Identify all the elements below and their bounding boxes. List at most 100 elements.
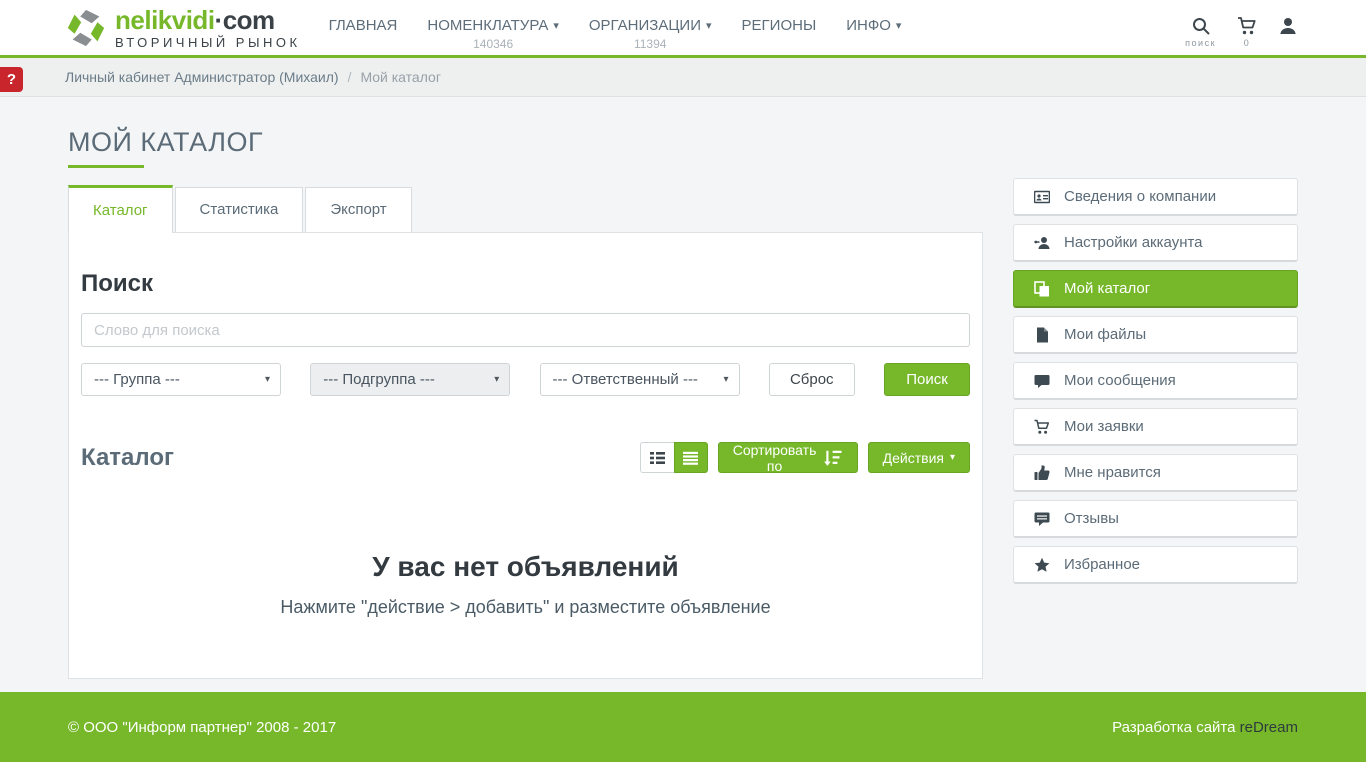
sidebar-item-label: Мои файлы — [1064, 326, 1147, 343]
nav-label: НОМЕНКЛАТУРА — [427, 17, 549, 34]
sidebar-item-my-messages[interactable]: Мои сообщения — [1013, 362, 1298, 400]
breadcrumb-separator: / — [347, 69, 352, 85]
caret-down-icon: ▾ — [264, 374, 270, 385]
search-label: поиск — [1185, 38, 1216, 48]
nav-count: 11394 — [633, 37, 667, 51]
empty-state-title: У вас нет объявлений — [372, 551, 679, 582]
tab-catalog[interactable]: Каталог — [68, 185, 173, 233]
logo-text: nelikvidi·com ВТОРИЧНЫЙ РЫНОК — [115, 7, 301, 49]
nav-item-regions[interactable]: РЕГИОНЫ — [742, 17, 817, 51]
cart-icon — [1034, 419, 1050, 434]
filter-row: --- Группа --- ▾ --- Подгруппа --- ▾ ---… — [81, 363, 970, 396]
footer: © ООО "Информ партнер" 2008 - 2017 Разра… — [0, 692, 1366, 762]
nav-label: ГЛАВНАЯ — [328, 17, 398, 34]
sidebar-item-company-info[interactable]: Сведения о компании — [1013, 178, 1298, 216]
group-select[interactable]: --- Группа --- ▾ — [81, 363, 281, 396]
file-icon — [1037, 327, 1048, 342]
caret-down-icon: ▾ — [723, 374, 729, 385]
catalog-panel: Поиск --- Группа --- ▾ --- Подгруппа ---… — [68, 232, 983, 679]
help-button[interactable]: ? — [0, 67, 23, 92]
view-toggle — [639, 442, 708, 473]
nav-item-organizations[interactable]: ОРГАНИЗАЦИИ ▾ 11394 — [589, 17, 712, 51]
caret-down-icon: ▾ — [949, 452, 955, 463]
sidebar-item-label: Настройки аккаунта — [1064, 234, 1203, 251]
header-cart-button[interactable]: 0 — [1237, 16, 1257, 48]
subgroup-select[interactable]: --- Подгруппа --- ▾ — [310, 363, 511, 396]
sidebar-item-label: Избранное — [1064, 556, 1141, 573]
catalog-controls: Сортировать по Действия ▾ — [639, 441, 970, 474]
sidebar-item-my-files[interactable]: Мои файлы — [1013, 316, 1298, 354]
account-sidebar: Сведения о компании Настройки аккаунта М… — [1013, 178, 1298, 584]
logo-dot: · — [214, 5, 224, 35]
header: nelikvidi·com ВТОРИЧНЫЙ РЫНОК ГЛАВНАЯ НО… — [0, 0, 1366, 58]
footer-copyright: © ООО "Информ партнер" 2008 - 2017 — [68, 718, 337, 736]
tabs: Каталог Статистика Экспорт — [68, 185, 983, 233]
sidebar-item-likes[interactable]: Мне нравится — [1013, 454, 1298, 492]
breadcrumb-current: Мой каталог — [360, 69, 441, 85]
reset-button[interactable]: Сброс — [768, 363, 855, 396]
content-column: МОЙ КАТАЛОГ Каталог Статистика Экспорт П… — [68, 97, 983, 679]
sidebar-item-label: Сведения о компании — [1064, 188, 1217, 205]
cart-count: 0 — [1243, 38, 1251, 48]
caret-down-icon: ▾ — [553, 20, 559, 32]
sidebar-item-my-catalog[interactable]: Мой каталог — [1013, 270, 1298, 308]
footer-dev-name[interactable]: reDream — [1240, 719, 1298, 736]
actions-button-label: Действия — [882, 449, 944, 466]
sidebar-item-my-requests[interactable]: Мои заявки — [1013, 408, 1298, 446]
sidebar-item-label: Мне нравится — [1064, 464, 1161, 481]
main-content: МОЙ КАТАЛОГ Каталог Статистика Экспорт П… — [0, 97, 1366, 692]
header-search-button[interactable]: поиск — [1185, 16, 1216, 48]
caret-down-icon: ▾ — [494, 374, 500, 385]
breadcrumb-link-account[interactable]: Личный кабинет Администратор (Михаил) — [65, 69, 339, 85]
tab-statistics[interactable]: Статистика — [174, 187, 304, 232]
copy-icon — [1034, 280, 1049, 296]
page-title: МОЙ КАТАЛОГ — [68, 127, 264, 157]
breadcrumb-bar: ? Личный кабинет Администратор (Михаил) … — [0, 58, 1366, 97]
sidebar-item-favorites[interactable]: Избранное — [1013, 546, 1298, 584]
cart-icon — [1238, 17, 1256, 35]
logo-suffix: com — [222, 5, 275, 35]
sort-button[interactable]: Сортировать по — [717, 441, 858, 474]
sidebar-item-account-settings[interactable]: Настройки аккаунта — [1013, 224, 1298, 262]
nav-label: ОРГАНИЗАЦИИ — [588, 17, 701, 34]
sidebar-item-label: Мои сообщения — [1064, 372, 1176, 389]
star-icon — [1034, 557, 1050, 572]
footer-credit: Разработка сайта reDream — [1112, 719, 1298, 736]
search-heading: Поиск — [81, 270, 154, 297]
pinwheel-logo-icon — [67, 9, 105, 47]
message-icon — [1034, 374, 1050, 388]
list-view-button[interactable] — [673, 442, 708, 473]
responsible-select[interactable]: --- Ответственный --- ▾ — [539, 363, 740, 396]
logo-primary: nelikvidi — [115, 5, 215, 35]
sidebar-item-reviews[interactable]: Отзывы — [1013, 500, 1298, 538]
sidebar-item-label: Отзывы — [1064, 510, 1119, 527]
tab-export[interactable]: Экспорт — [305, 187, 412, 232]
catalog-header-row: Каталог Сортировать по Действия ▾ — [81, 441, 970, 474]
header-tools: поиск 0 — [1185, 16, 1298, 48]
nav-label: РЕГИОНЫ — [741, 17, 817, 34]
footer-dev-label: Разработка сайта — [1112, 718, 1240, 736]
nav-item-info[interactable]: ИНФО ▾ — [846, 17, 901, 51]
account-settings-icon — [1034, 236, 1050, 249]
nav-item-home[interactable]: ГЛАВНАЯ — [329, 17, 398, 51]
responsible-select-value: --- Ответственный --- — [552, 371, 698, 388]
sidebar-item-label: Мои заявки — [1064, 418, 1144, 435]
search-button[interactable]: Поиск — [884, 363, 970, 396]
nav-item-nomenclature[interactable]: НОМЕНКЛАТУРА ▾ 140346 — [427, 17, 558, 51]
sort-icon — [824, 450, 842, 466]
actions-button[interactable]: Действия ▾ — [867, 442, 970, 473]
grid-view-button[interactable] — [639, 442, 674, 473]
header-account-button[interactable] — [1278, 16, 1298, 48]
sort-button-label: Сортировать по — [732, 441, 817, 474]
subgroup-select-value: --- Подгруппа --- — [323, 371, 435, 388]
reviews-icon — [1034, 512, 1050, 526]
title-underline — [68, 165, 144, 168]
grid-view-icon — [649, 451, 665, 464]
sidebar-item-label: Мой каталог — [1064, 280, 1151, 297]
thumbs-up-icon — [1034, 465, 1050, 480]
nav-label: ИНФО — [846, 17, 891, 34]
search-input[interactable] — [81, 313, 970, 347]
catalog-heading: Каталог — [81, 443, 174, 471]
empty-state-hint: Нажмите "действие > добавить" и размести… — [280, 597, 771, 617]
site-logo[interactable]: nelikvidi·com ВТОРИЧНЫЙ РЫНОК — [65, 7, 301, 49]
